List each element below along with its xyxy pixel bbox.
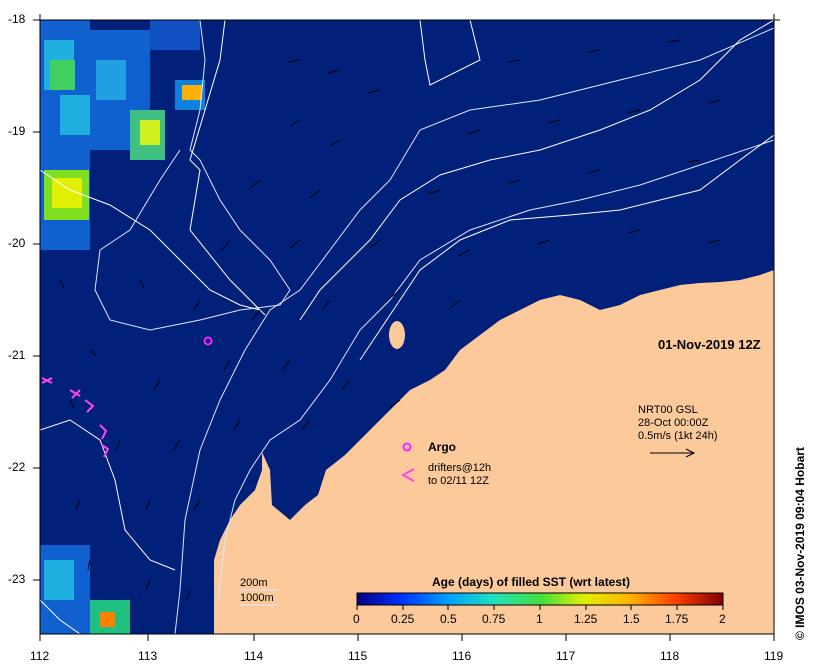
island (389, 321, 405, 349)
lon-tick-114: 114 (244, 649, 264, 663)
lat-tick-23: -23 (8, 572, 26, 586)
colorbar-tick-0-25: 0.25 (391, 612, 415, 626)
colorbar-tick-1-75: 1.75 (665, 612, 689, 626)
lon-tick-118: 118 (660, 649, 680, 663)
current-ref-text: NRT00 GSL 28-Oct 00:00Z 0.5m/s (1kt 24h) (638, 404, 717, 443)
current-ref-line1: NRT00 GSL (638, 404, 698, 416)
lat-tick-18: -18 (8, 12, 26, 26)
drifter-legend-line2: to 02/11 12Z (428, 475, 489, 487)
colorbar-bar (356, 592, 724, 606)
lat-tick-20: -20 (8, 236, 26, 250)
colorbar-tick-2: 2 (719, 612, 726, 626)
argo-legend-label: Argo (428, 440, 456, 454)
lon-tick-115: 115 (348, 649, 368, 663)
drifter-legend-line1: drifters@12h (428, 462, 492, 474)
map-plot (33, 14, 780, 641)
isobath-200-label: 200m (240, 577, 268, 589)
colorbar-tick-1-5: 1.5 (623, 612, 640, 626)
lon-tick-119: 119 (764, 649, 784, 663)
colorbar-tick-1: 1 (536, 612, 543, 626)
lat-tick-22: -22 (8, 460, 26, 474)
lon-tick-113: 113 (138, 649, 158, 663)
colorbar-tick-0-5: 0.5 (440, 612, 457, 626)
lon-tick-117: 117 (556, 649, 576, 663)
drifter-legend-text: drifters@12h to 02/11 12Z (428, 462, 491, 488)
colorbar-tick-1-25: 1.25 (574, 612, 598, 626)
lat-tick-21: -21 (8, 348, 26, 362)
colorbar-tick-0: 0 (353, 612, 360, 626)
copyright-label: © IMOS 03-Nov-2019 09:04 Hobart (793, 447, 807, 640)
current-ref-line2: 28-Oct 00:00Z (638, 417, 709, 429)
isobath-1000-label: 1000m (240, 592, 274, 604)
current-ref-line3: 0.5m/s (1kt 24h) (638, 430, 718, 442)
lon-tick-116: 116 (452, 649, 472, 663)
colorbar-title: Age (days) of filled SST (wrt latest) (432, 575, 631, 589)
colorbar-tick-0-75: 0.75 (482, 612, 506, 626)
date-label: 01-Nov-2019 12Z (658, 337, 761, 352)
lat-tick-19: -19 (8, 124, 26, 138)
lon-tick-112: 112 (30, 649, 50, 663)
